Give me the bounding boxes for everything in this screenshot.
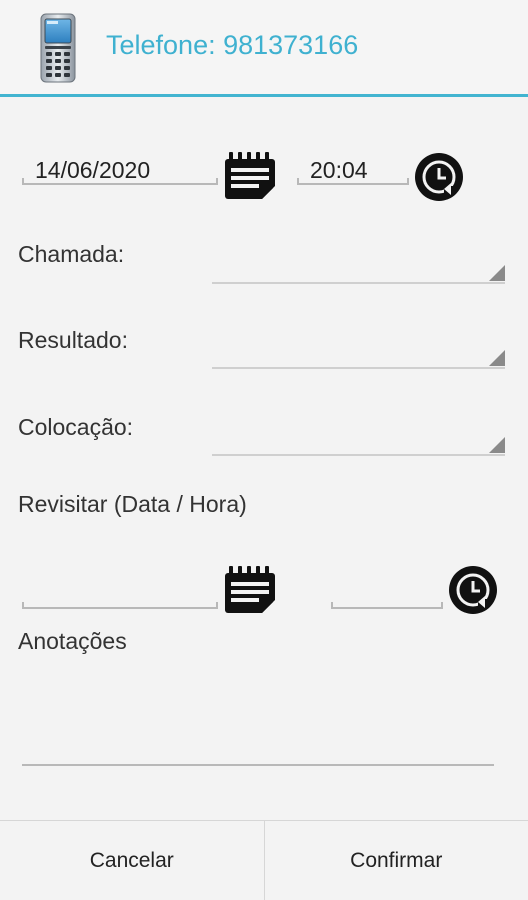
resultado-dropdown[interactable] <box>212 337 505 369</box>
revisit-label: Revisitar (Data / Hora) <box>18 491 247 517</box>
revisit-date-field[interactable] <box>22 579 218 609</box>
dialog-header: Telefone: 981373166 <box>0 0 528 95</box>
colocacao-dropdown[interactable] <box>212 424 505 456</box>
call-time-field[interactable]: 20:04 <box>297 155 409 185</box>
mobile-phone-icon <box>38 12 80 84</box>
chamada-dropdown[interactable] <box>212 252 505 284</box>
dropdown-arrow-icon <box>489 350 505 366</box>
call-date-field[interactable]: 14/06/2020 <box>22 155 218 185</box>
call-dialog: Telefone: 981373166 14/06/2020 20:04 Cha… <box>0 0 528 900</box>
confirm-button[interactable]: Confirmar <box>263 821 528 900</box>
resultado-label: Resultado: <box>18 327 128 353</box>
header-divider <box>0 94 528 97</box>
revisit-time-field[interactable] <box>331 579 443 609</box>
dropdown-arrow-icon <box>489 437 505 453</box>
notes-label: Anotações <box>18 628 127 654</box>
notes-field[interactable] <box>22 700 494 766</box>
dropdown-arrow-icon <box>489 265 505 281</box>
cancel-button[interactable]: Cancelar <box>0 821 264 900</box>
dialog-footer: Cancelar Confirmar <box>0 820 528 900</box>
colocacao-label: Colocação: <box>18 414 134 440</box>
chamada-label: Chamada: <box>18 241 125 267</box>
calendar-icon[interactable] <box>224 566 276 619</box>
clock-icon[interactable] <box>414 152 464 207</box>
calendar-icon[interactable] <box>224 152 276 205</box>
clock-icon[interactable] <box>448 565 498 620</box>
dialog-title: Telefone: 981373166 <box>106 30 359 60</box>
